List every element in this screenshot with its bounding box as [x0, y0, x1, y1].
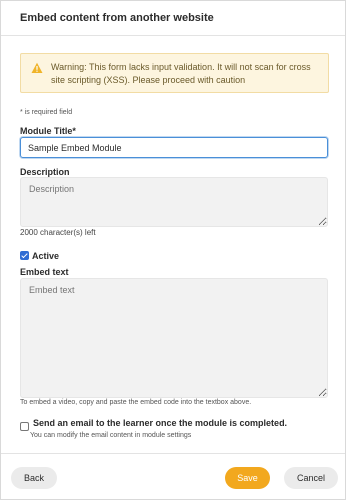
warning-text: Warning: This form lacks input validatio… [51, 62, 311, 85]
module-title-label: Module Title* [20, 126, 76, 136]
dialog-footer: Back Save Cancel [1, 453, 345, 500]
active-label: Active [32, 250, 60, 261]
module-title-input[interactable] [20, 137, 328, 158]
dialog-header: Embed content from another website [1, 1, 345, 36]
description-label: Description [20, 167, 70, 177]
required-note: * is required field [20, 109, 73, 116]
embed-text-textarea[interactable] [20, 278, 328, 398]
back-button[interactable]: Back [11, 467, 57, 489]
email-checkbox[interactable] [20, 422, 29, 432]
active-checkbox[interactable] [20, 251, 29, 261]
chars-left-counter: 2000 character(s) left [20, 228, 96, 237]
warning-banner: Warning: This form lacks input validatio… [20, 53, 329, 93]
email-subtext: You can modify the email content in modu… [30, 432, 192, 439]
embed-text-label: Embed text [20, 267, 69, 277]
save-button[interactable]: Save [225, 467, 270, 489]
description-textarea[interactable] [20, 177, 328, 227]
dialog-title: Embed content from another website [20, 12, 214, 24]
embed-dialog: Embed content from another website Warni… [0, 0, 346, 500]
email-row: Send an email to the learner once the mo… [20, 418, 287, 436]
active-row: Active [20, 247, 60, 261]
embed-hint: To embed a video, copy and paste the emb… [20, 399, 252, 406]
cancel-button[interactable]: Cancel [284, 467, 338, 489]
warning-icon [31, 62, 43, 73]
email-label: Send an email to the learner once the mo… [33, 418, 288, 428]
